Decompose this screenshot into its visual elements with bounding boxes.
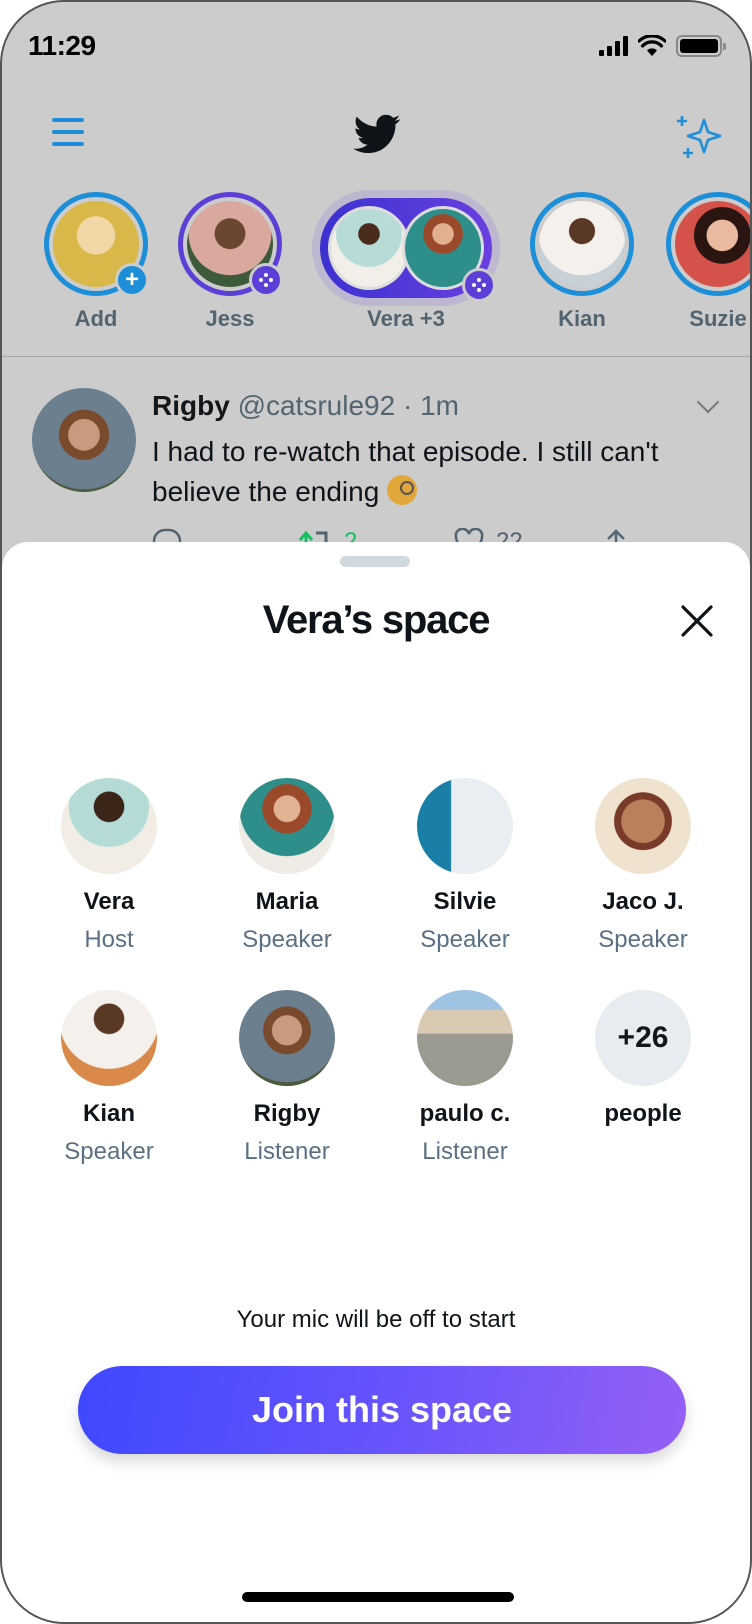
- fleet-ring: +: [44, 192, 149, 297]
- tweet-handle[interactable]: @catsrule92: [238, 390, 396, 421]
- chevron-down-icon[interactable]: [696, 390, 720, 414]
- participant-name: Jaco J.: [602, 888, 684, 915]
- participant[interactable]: Maria Speaker: [198, 778, 376, 990]
- participants-grid: Vera Host Maria Speaker Silvie Speaker J…: [20, 778, 732, 1202]
- more-count: +26: [595, 990, 691, 1086]
- fleet-space-vera[interactable]: Vera +3: [320, 192, 496, 332]
- participant-role: Speaker: [598, 926, 688, 953]
- fleet-ring: [530, 192, 634, 296]
- sheet-drag-handle[interactable]: [340, 556, 410, 567]
- twitter-bird-icon: [353, 114, 401, 153]
- avatar[interactable]: [32, 388, 136, 492]
- tweet[interactable]: Rigby @catsrule92 · 1m I had to re-watch…: [2, 378, 750, 556]
- avatar: [61, 778, 157, 874]
- spaces-icon: [462, 268, 496, 302]
- mic-off-note: Your mic will be off to start: [236, 1306, 516, 1333]
- status-icons: [599, 35, 726, 57]
- fleet-label: Kian: [558, 306, 606, 331]
- participant-name: Kian: [82, 1100, 135, 1127]
- spaces-icon: [249, 263, 283, 297]
- fleets-row: + Add Jess Vera +3 Kian Suzie: [2, 192, 750, 352]
- sheet-title: Vera’s space: [262, 598, 491, 642]
- avatar: [61, 990, 157, 1086]
- fleet-label: Add: [74, 306, 118, 331]
- status-time: 11:29: [28, 30, 96, 61]
- participant-name: paulo c.: [419, 1100, 511, 1127]
- monocle-face-emoji-icon: [387, 475, 418, 505]
- more-label: people: [604, 1100, 682, 1127]
- fleet-label: Vera +3: [367, 306, 445, 331]
- participant[interactable]: paulo c. Listener: [376, 990, 554, 1202]
- tweet-time: 1m: [420, 390, 459, 421]
- participant-role: Listener: [244, 1138, 330, 1165]
- tweet-separator: ·: [402, 390, 413, 421]
- fleet-kian[interactable]: Kian: [530, 192, 634, 332]
- sparkle-icon[interactable]: [674, 112, 724, 162]
- battery-icon: [676, 35, 726, 57]
- fleet-label: Suzie: [689, 306, 747, 331]
- join-space-button[interactable]: Join this space: [78, 1366, 686, 1454]
- participant[interactable]: Rigby Listener: [198, 990, 376, 1202]
- fleet-label: Jess: [205, 306, 255, 331]
- fleet-jess[interactable]: Jess: [178, 192, 283, 332]
- participant[interactable]: Kian Speaker: [20, 990, 198, 1202]
- participant-name: Rigby: [253, 1100, 321, 1127]
- avatar: [675, 201, 750, 287]
- avatar: [417, 778, 513, 874]
- participant[interactable]: Vera Host: [20, 778, 198, 990]
- avatar: [328, 206, 410, 290]
- participant-role: Listener: [422, 1138, 508, 1165]
- home-indicator[interactable]: [242, 1592, 514, 1602]
- participant[interactable]: Silvie Speaker: [376, 778, 554, 990]
- top-nav-bar: [2, 102, 750, 166]
- participant-name: Maria: [255, 888, 319, 915]
- avatar: [539, 201, 625, 287]
- participant-name: Silvie: [433, 888, 497, 915]
- status-bar: 11:29: [2, 2, 750, 92]
- participant-role: Speaker: [242, 926, 332, 953]
- space-pill: [320, 198, 496, 302]
- avatar: [239, 778, 335, 874]
- more-participants[interactable]: +26 people: [554, 990, 732, 1202]
- tweet-header: Rigby @catsrule92 · 1m: [152, 390, 459, 422]
- hamburger-menu-icon[interactable]: [52, 118, 84, 148]
- fleet-add[interactable]: + Add: [44, 192, 149, 332]
- fleet-ring: [666, 192, 750, 296]
- participant-role: Speaker: [420, 926, 510, 953]
- close-icon[interactable]: [680, 604, 714, 638]
- plus-icon: +: [115, 263, 149, 297]
- participant-name: Vera: [83, 888, 135, 915]
- fleet-suzie[interactable]: Suzie: [666, 192, 750, 332]
- participant-role: Speaker: [64, 1138, 154, 1165]
- wifi-icon: [638, 35, 666, 56]
- tweet-text: I had to re-watch that episode. I still …: [152, 432, 732, 512]
- avatar: [595, 778, 691, 874]
- participant[interactable]: Jaco J. Speaker: [554, 778, 732, 990]
- phone-frame: 11:29 + Add Jess Vera +3 Kian Suzie Rigb…: [0, 0, 752, 1624]
- participant-role: Host: [84, 926, 134, 953]
- avatar: [417, 990, 513, 1086]
- tweet-author-name[interactable]: Rigby: [152, 390, 230, 421]
- participants-row: Kian Speaker Rigby Listener paulo c. Lis…: [20, 990, 732, 1202]
- participants-row: Vera Host Maria Speaker Silvie Speaker J…: [20, 778, 732, 990]
- cellular-signal-icon: [599, 36, 628, 56]
- space-bottom-sheet: Vera’s space Vera Host Maria Speaker Sil…: [2, 542, 750, 1622]
- divider: [2, 356, 750, 357]
- avatar: [239, 990, 335, 1086]
- fleet-ring: [178, 192, 283, 297]
